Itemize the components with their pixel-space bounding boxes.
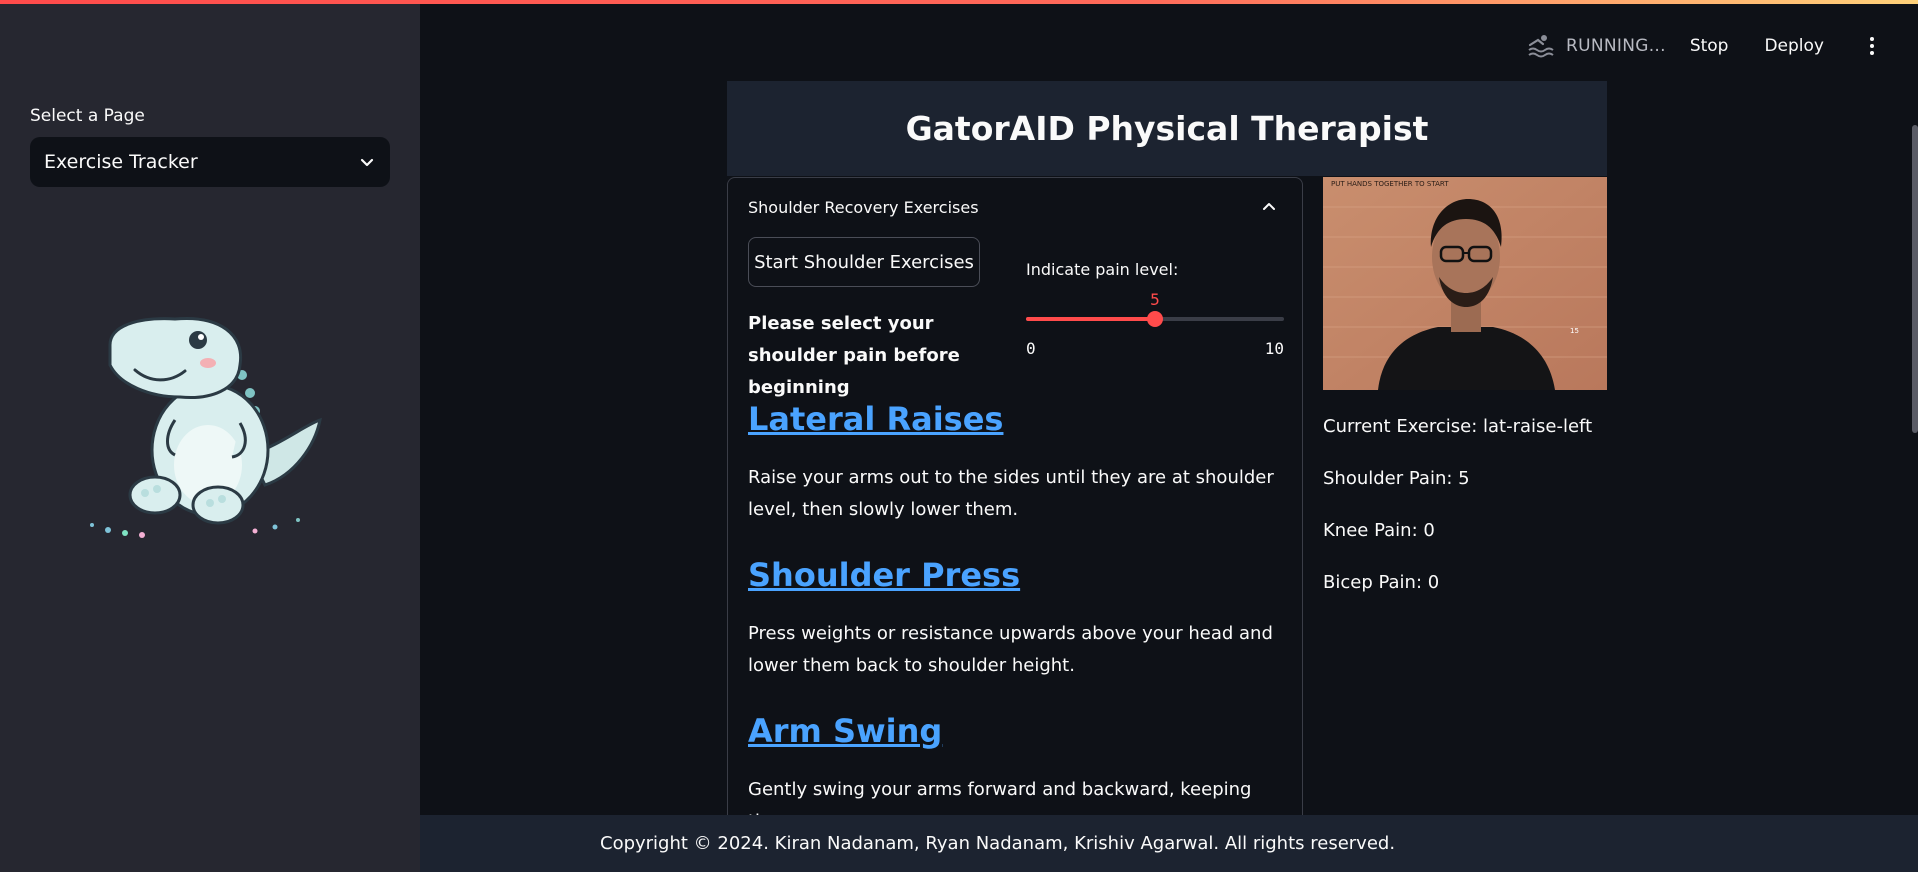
chevron-up-icon[interactable] [1260, 198, 1278, 216]
page-select-value: Exercise Tracker [44, 151, 198, 173]
exercise-link-shoulder-press[interactable]: Shoulder Press [748, 556, 1020, 594]
shirt-number-text: 15 [1570, 327, 1579, 335]
footer: Copyright © 2024. Kiran Nadanam, Ryan Na… [420, 815, 1918, 872]
webcam-overlay-text: PUT HANDS TOGETHER TO START [1331, 180, 1449, 188]
exercise-link-arm-swing[interactable]: Arm Swing [748, 712, 942, 750]
page-select-label: Select a Page [30, 106, 145, 126]
footer-copyright: Copyright © 2024. Kiran Nadanam, Ryan Na… [600, 833, 1396, 854]
pain-instruction-text: Please select your shoulder pain before … [748, 313, 960, 398]
main-menu-icon[interactable] [1860, 31, 1884, 61]
gator-mascot-image [80, 305, 340, 545]
app-toolbar: RUNNING... Stop Deploy [1526, 28, 1918, 64]
running-status: RUNNING... [1526, 31, 1666, 61]
exercise-description: Press weights or resistance upwards abov… [748, 623, 1273, 676]
slider-max-label: 10 [1264, 339, 1284, 358]
chevron-down-icon [358, 153, 376, 171]
slider-fill [1026, 317, 1155, 321]
exercise-link-lateral-raises[interactable]: Lateral Raises [748, 400, 1003, 438]
current-exercise-text: Current Exercise: lat-raise-left [1323, 416, 1593, 437]
exercise-description: Raise your arms out to the sides until t… [748, 467, 1274, 520]
knee-pain-text: Knee Pain: 0 [1323, 520, 1435, 541]
swimmer-icon [1526, 31, 1556, 61]
stop-button[interactable]: Stop [1690, 36, 1729, 56]
sidebar: Select a Page Exercise Tracker [0, 0, 420, 872]
page-title: GatorAID Physical Therapist [905, 109, 1429, 148]
deploy-button[interactable]: Deploy [1764, 36, 1824, 56]
bicep-pain-text: Bicep Pain: 0 [1323, 572, 1440, 593]
shoulder-exercises-expander: Shoulder Recovery Exercises Start Should… [727, 177, 1303, 872]
top-decoration-stripe [0, 0, 1918, 4]
expander-title[interactable]: Shoulder Recovery Exercises [748, 198, 979, 217]
slider-value: 5 [1150, 290, 1160, 309]
start-shoulder-exercises-button[interactable]: Start Shoulder Exercises [748, 237, 980, 287]
main-scrollbar[interactable] [1912, 125, 1918, 433]
page-title-banner: GatorAID Physical Therapist [727, 81, 1607, 176]
slider-min-label: 0 [1026, 339, 1036, 358]
page-select[interactable]: Exercise Tracker [30, 137, 390, 187]
running-status-text: RUNNING... [1566, 36, 1666, 56]
webcam-feed-image: PUT HANDS TOGETHER TO START 15 [1323, 177, 1607, 390]
slider-thumb[interactable] [1147, 311, 1163, 327]
slider-label: Indicate pain level: [1026, 260, 1179, 279]
shoulder-pain-text: Shoulder Pain: 5 [1323, 468, 1470, 489]
pain-level-slider: Indicate pain level: 5 0 10 [1026, 260, 1284, 360]
